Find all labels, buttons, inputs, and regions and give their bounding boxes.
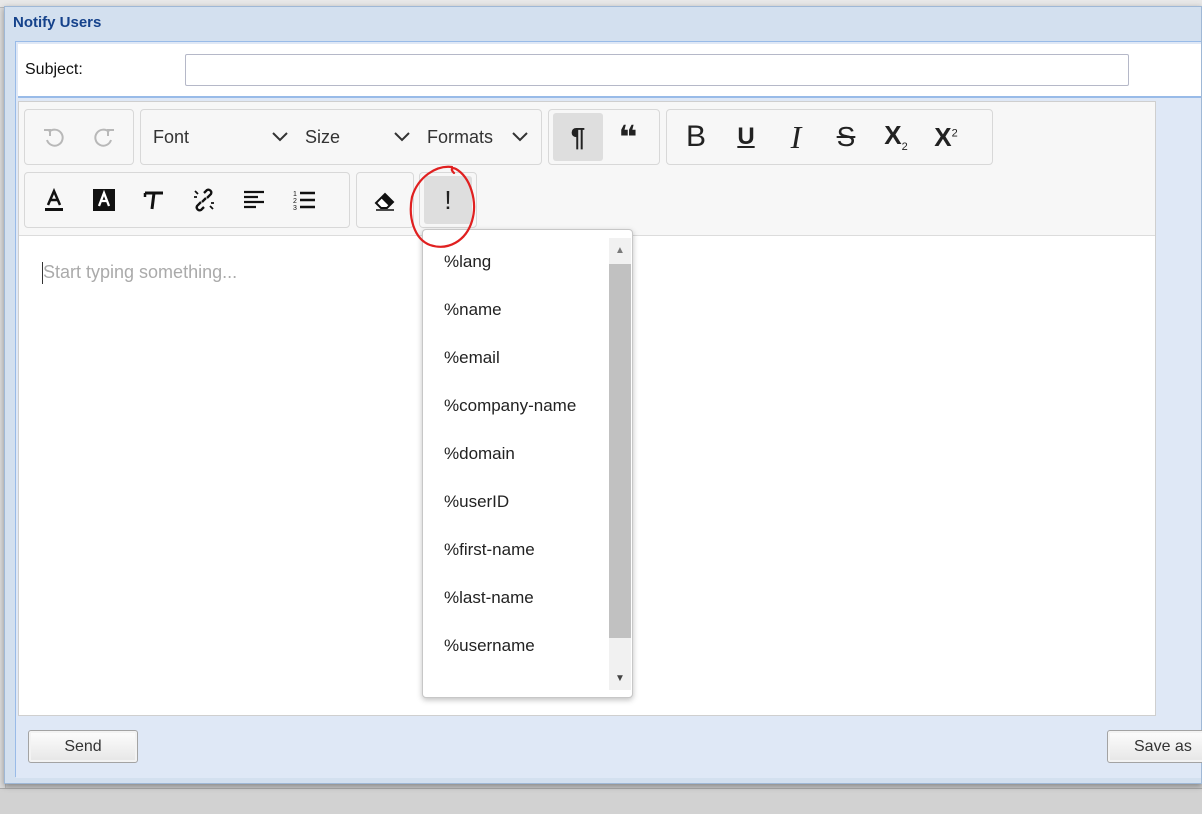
bold-icon: B: [685, 120, 706, 153]
inline-format-group: B U I S X2 X2: [666, 109, 993, 165]
undo-button[interactable]: [29, 113, 79, 161]
insert-group: 1 2 3: [24, 172, 350, 228]
size-dropdown[interactable]: Size: [297, 113, 419, 161]
chevron-down-icon: [394, 132, 410, 142]
scrollbar-thumb[interactable]: [609, 264, 631, 638]
placeholder-menu-item[interactable]: %last-name: [423, 575, 609, 623]
history-group: [24, 109, 134, 165]
background-color-icon: [93, 189, 115, 211]
placeholder-menu-item[interactable]: %first-name: [423, 527, 609, 575]
paragraph-icon: ¶: [570, 122, 586, 152]
menu-scrollbar[interactable]: ▲ ▼: [609, 238, 631, 690]
scroll-up-arrow-icon[interactable]: ▲: [609, 238, 631, 262]
superscript-digit: 2: [951, 126, 958, 139]
blockquote-icon: ❝: [618, 119, 638, 155]
placeholder-menu-item[interactable]: %username: [423, 623, 609, 671]
italic-icon: I: [790, 119, 802, 155]
underline-icon: U: [737, 123, 755, 150]
svg-text:2: 2: [293, 198, 297, 205]
superscript-icon: X2: [934, 122, 957, 153]
placeholder-menu-item[interactable]: %company-name: [423, 383, 609, 431]
remove-format-button[interactable]: [361, 176, 409, 224]
unlink-button[interactable]: [179, 176, 229, 224]
redo-icon: [94, 128, 114, 147]
svg-text:3: 3: [293, 205, 297, 212]
scroll-down-arrow-icon[interactable]: ▼: [609, 666, 631, 690]
bold-button[interactable]: B: [671, 113, 721, 161]
ordered-list-icon: 1 2 3: [293, 191, 315, 212]
placeholder-menu-item[interactable]: %userID: [423, 479, 609, 527]
dialog-title: Notify Users: [13, 14, 102, 31]
dialog-footer: Send Save as: [16, 718, 1202, 778]
editor-placeholder: Start typing something...: [43, 262, 238, 282]
size-dropdown-label: Size: [305, 126, 341, 147]
underline-button[interactable]: U: [721, 113, 771, 161]
subject-input[interactable]: [185, 54, 1129, 86]
subscript-digit: 2: [901, 141, 908, 154]
placeholder-menu-item[interactable]: %domain: [423, 431, 609, 479]
editor-toolbar: Font Size Formats ¶ ❝ B U I S X2 X2 1 2 …: [19, 102, 1155, 236]
italic-button[interactable]: I: [771, 113, 821, 161]
placeholder-menu-list: %lang %name %email %company-name %domain %use…: [423, 239, 609, 671]
chevron-down-icon: [272, 132, 288, 142]
placeholder-menu-item[interactable]: %lang: [423, 239, 609, 287]
placeholder-group: !: [419, 172, 477, 228]
superscript-button[interactable]: X2: [921, 113, 971, 161]
save-as-button[interactable]: Save as: [1107, 730, 1202, 763]
subscript-icon: X2: [884, 120, 907, 153]
placeholder-menu: %lang %name %email %company-name %domain %use…: [422, 229, 633, 698]
strikethrough-button[interactable]: S: [821, 113, 871, 161]
text-eraser-icon: [143, 191, 163, 210]
superscript-letter: X: [934, 121, 952, 152]
block-group: ¶ ❝: [548, 109, 660, 165]
redo-button[interactable]: [79, 113, 129, 161]
subscript-letter: X: [884, 120, 902, 151]
placeholder-menu-item[interactable]: %name: [423, 287, 609, 335]
chevron-down-icon: [512, 132, 528, 142]
exclamation-icon: !: [444, 185, 452, 215]
undo-icon: [44, 128, 64, 147]
formats-dropdown-label: Formats: [427, 126, 494, 147]
font-dropdown[interactable]: Font: [145, 113, 297, 161]
insert-placeholder-button[interactable]: !: [424, 176, 472, 224]
eraser-icon: [374, 192, 395, 211]
eraser-group: [356, 172, 414, 228]
subscript-button[interactable]: X2: [871, 113, 921, 161]
text-color-button[interactable]: [29, 176, 79, 224]
formats-dropdown[interactable]: Formats: [419, 113, 537, 161]
text-style-group: Font Size Formats: [140, 109, 542, 165]
ordered-list-button[interactable]: 1 2 3: [279, 176, 329, 224]
send-button[interactable]: Send: [28, 730, 138, 763]
align-left-icon: [244, 190, 264, 209]
align-button[interactable]: [229, 176, 279, 224]
subject-label: Subject:: [25, 61, 83, 78]
strikethrough-icon: S: [836, 121, 856, 152]
font-dropdown-label: Font: [153, 126, 190, 147]
unlink-icon: [194, 188, 214, 212]
background-app-bottom: [0, 788, 1202, 814]
text-color-icon: [45, 187, 63, 211]
placeholder-menu-item[interactable]: %email: [423, 335, 609, 383]
dialog-header[interactable]: Notify Users: [5, 7, 1201, 39]
blockquote-button[interactable]: ❝: [603, 113, 653, 161]
svg-text:1: 1: [293, 191, 297, 198]
clear-format-button[interactable]: [129, 176, 179, 224]
subject-row: Subject:: [18, 44, 1201, 98]
paragraph-button[interactable]: ¶: [553, 113, 603, 161]
background-color-button[interactable]: [79, 176, 129, 224]
